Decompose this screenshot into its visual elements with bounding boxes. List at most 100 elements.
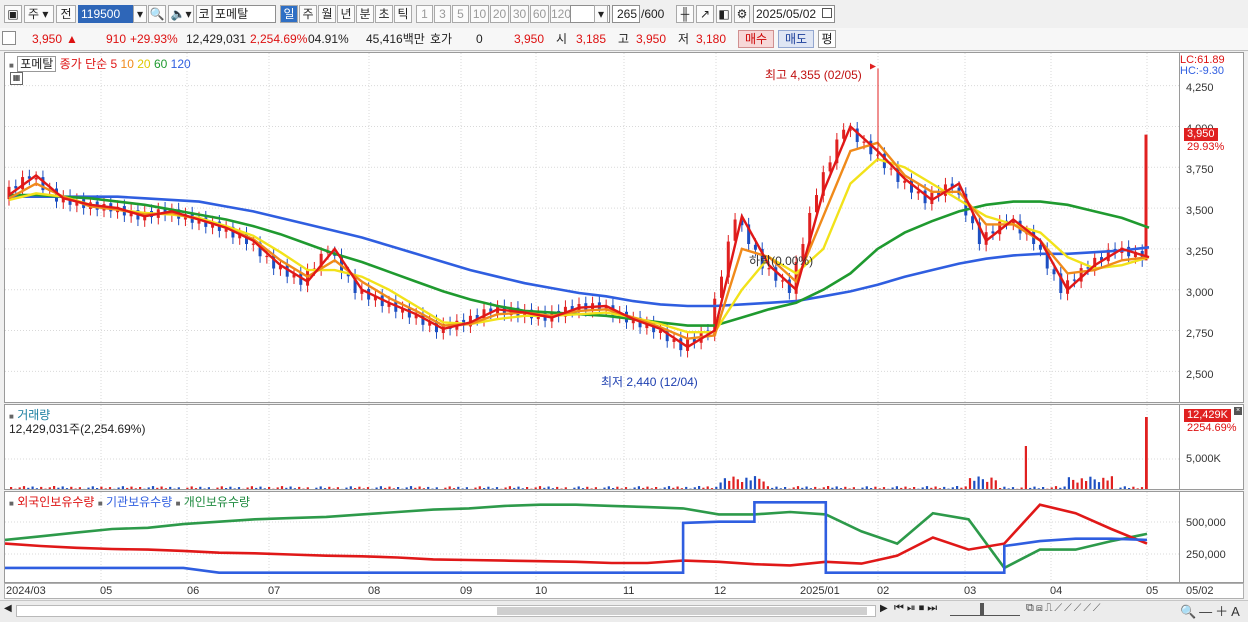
- candle-icon[interactable]: ╫: [676, 5, 694, 23]
- volume-bar: [947, 488, 950, 489]
- stock-code-input[interactable]: 119500: [78, 5, 138, 23]
- avg-button[interactable]: 평: [818, 30, 836, 48]
- volume-bar: [311, 489, 313, 490]
- volume-bar: [693, 487, 696, 489]
- volume-bar: [1102, 477, 1105, 489]
- volume-panel[interactable]: ■ 거래량 12,429,031주(2,254.69%): [4, 404, 1180, 490]
- interval-tab-120[interactable]: 120: [550, 5, 572, 23]
- table-icon[interactable]: ▦: [10, 72, 23, 85]
- volume-bar: [1132, 486, 1135, 489]
- period-tab-5[interactable]: 초: [375, 5, 393, 23]
- high-label: 고: [618, 32, 630, 46]
- legend-bullet-icon: ■: [9, 61, 14, 70]
- interval-tab-20[interactable]: 20: [490, 5, 509, 23]
- period-tab-0[interactable]: 일: [280, 5, 298, 23]
- volume-bar: [603, 487, 606, 489]
- code-dropdown-icon[interactable]: ▾: [133, 5, 147, 23]
- volume-bar: [624, 487, 628, 489]
- volume-bar: [796, 486, 800, 489]
- interval-tab-30[interactable]: 30: [510, 5, 529, 23]
- search-icon[interactable]: 🔍: [148, 5, 166, 23]
- layout-icon[interactable]: ▣: [4, 5, 22, 23]
- gear-icon[interactable]: ⚙: [734, 5, 750, 23]
- quote-checkbox[interactable]: [2, 31, 16, 45]
- volume-bar: [719, 482, 722, 489]
- holdings-panel[interactable]: ■ 외국인보유수량 ■ 기관보유수량 ■ 개인보유수량: [4, 491, 1180, 583]
- volume-bar: [938, 488, 941, 489]
- interval-tab-1[interactable]: 1: [416, 5, 433, 23]
- interval-tab-60[interactable]: 60: [530, 5, 549, 23]
- period-tab-4[interactable]: 분: [356, 5, 374, 23]
- volume-pct: 2,254.69%: [250, 32, 308, 46]
- y-tick: 3,500: [1186, 205, 1214, 217]
- volume-bar: [547, 486, 550, 489]
- drawing-tools[interactable]: ⧉⧈⎍⟋⟋⟋⟋⟋: [1026, 602, 1103, 615]
- stock-name-field[interactable]: 포메탈: [212, 5, 276, 23]
- scrollbar-thumb[interactable]: [497, 607, 867, 615]
- high-value: 3,950: [636, 32, 667, 46]
- interval-tab-5[interactable]: 5: [452, 5, 469, 23]
- volume-bar: [538, 486, 542, 489]
- close-icon[interactable]: ×: [1234, 407, 1242, 415]
- volume-bar: [1123, 486, 1126, 489]
- volume-bar: [194, 488, 198, 489]
- calendar-icon[interactable]: [822, 8, 832, 18]
- market-select[interactable]: 주 ▾: [24, 5, 54, 23]
- volume-bar: [96, 488, 99, 489]
- sell-button[interactable]: 매도: [778, 30, 814, 48]
- volume-bar: [809, 488, 812, 489]
- volume-bar: [478, 486, 481, 489]
- volume-bar: [564, 487, 567, 489]
- zoom-slider-handle[interactable]: [980, 603, 984, 615]
- count-input[interactable]: 265: [612, 5, 640, 23]
- volume-bar: [1128, 488, 1131, 489]
- volume-bar: [1046, 488, 1049, 489]
- price-panel-name[interactable]: 포메탈: [17, 56, 57, 72]
- volume-bar: [156, 487, 159, 489]
- volume-bar: [1011, 487, 1015, 489]
- x-tick: 06: [187, 585, 200, 597]
- interval-tab-10[interactable]: 10: [470, 5, 489, 23]
- volume-bar: [474, 487, 477, 489]
- volume-bar: [534, 487, 537, 489]
- volume-bar: [18, 487, 21, 489]
- volume-bar: [147, 487, 150, 489]
- horizontal-scrollbar[interactable]: [16, 605, 876, 617]
- volume-bar: [1042, 487, 1045, 489]
- zoom-slider[interactable]: [950, 603, 1020, 616]
- period-tab-3[interactable]: 년: [337, 5, 355, 23]
- volume-bar: [259, 486, 262, 489]
- volume-bar: [870, 488, 873, 489]
- scroll-left-icon[interactable]: ◀: [4, 603, 12, 614]
- scroll-right-icon[interactable]: ▶: [880, 603, 888, 614]
- volume-bar: [388, 486, 391, 489]
- volume-bar: [328, 486, 331, 489]
- x-tick: 03: [964, 585, 977, 597]
- speaker-icon[interactable]: 🔈▾: [168, 5, 194, 23]
- volume-bar: [319, 486, 322, 489]
- interval-dropdown-icon[interactable]: ▾: [594, 5, 608, 23]
- trend-icon[interactable]: ↗: [696, 5, 714, 23]
- volume-value-text: 12,429,031주(2,254.69%): [9, 422, 146, 436]
- toggle-icon[interactable]: ◧: [716, 5, 732, 23]
- playback-controls[interactable]: ⏮⏯⏹⏭: [894, 602, 940, 615]
- period-tab-2[interactable]: 월: [318, 5, 336, 23]
- volume-bar: [822, 487, 825, 489]
- period-tab-6[interactable]: 틱: [394, 5, 412, 23]
- x-tick: 05/02: [1186, 585, 1214, 597]
- zoom-tools[interactable]: 🔍—＋A: [1180, 601, 1243, 620]
- count-total: /600: [641, 7, 665, 21]
- volume-bar: [917, 488, 920, 489]
- volume-bar: [1080, 478, 1083, 489]
- volume-bar: [134, 488, 137, 489]
- volume-bar: [108, 487, 112, 489]
- prev-button[interactable]: 전: [56, 5, 76, 23]
- price-panel[interactable]: ■ 포메탈 종가 단순 5 10 20 60 120 ▦ 최고 4,355 (0…: [4, 52, 1180, 403]
- volume-bar: [968, 478, 972, 489]
- volume-bar: [1072, 479, 1075, 489]
- x-tick: 08: [368, 585, 381, 597]
- period-tab-1[interactable]: 주: [299, 5, 317, 23]
- volume-bar: [801, 487, 804, 489]
- interval-tab-3[interactable]: 3: [434, 5, 451, 23]
- buy-button[interactable]: 매수: [738, 30, 774, 48]
